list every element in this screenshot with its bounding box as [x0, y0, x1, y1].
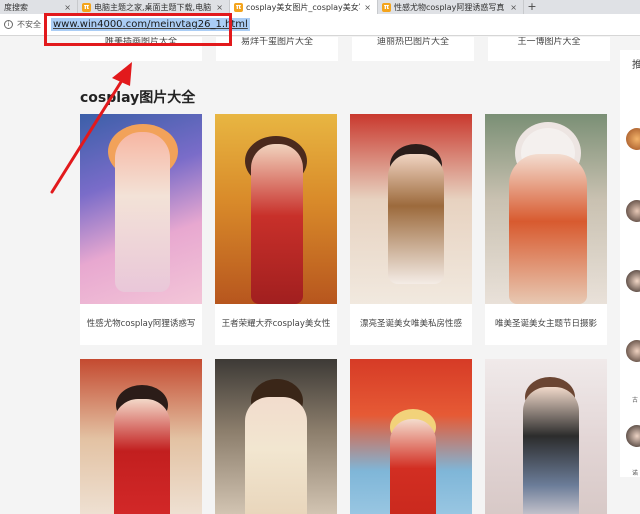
gallery-thumbnail[interactable]: [215, 359, 337, 514]
sidebar-text: 诺: [632, 470, 639, 477]
address-bar[interactable]: i 不安全 www.win4000.com/meinvtag26_1.html: [0, 14, 640, 36]
info-icon: i: [4, 20, 13, 29]
section-title: cosplay图片大全: [80, 90, 196, 106]
gallery-thumbnail[interactable]: [80, 114, 202, 304]
gallery-thumbnail[interactable]: [485, 359, 607, 514]
gallery-thumbnail[interactable]: [485, 114, 607, 304]
gallery-card[interactable]: 性感尤物cosplay阿狸诱惑写: [80, 114, 202, 345]
tab-close-icon[interactable]: ×: [364, 3, 371, 12]
avatar[interactable]: [626, 200, 640, 222]
site-favicon-icon: π: [382, 2, 391, 12]
gallery-thumbnail[interactable]: [350, 114, 472, 304]
gallery-caption[interactable]: 唯美圣诞美女主题节日摄影: [485, 304, 607, 345]
avatar[interactable]: [626, 340, 640, 362]
top-card[interactable]: 王一博图片大全: [488, 37, 610, 61]
image-grid: 性感尤物cosplay阿狸诱惑写 王者荣耀大乔cosplay美女性 漂亮圣诞美女…: [80, 114, 607, 514]
gallery-caption[interactable]: 漂亮圣诞美女唯美私房性感: [350, 304, 472, 345]
top-card-row: 唯美插画图片大全 易烊千玺图片大全 迪丽热巴图片大全 王一博图片大全: [80, 37, 610, 61]
tab-title: cosplay美女图片_cosplay美女写: [246, 2, 361, 12]
sidebar-heading: 推: [632, 60, 640, 71]
tab-close-icon[interactable]: ×: [216, 3, 223, 12]
tab-theme-home[interactable]: π 电脑主题之家,桌面主题下载,电脑 ×: [78, 0, 230, 14]
avatar[interactable]: [626, 425, 640, 447]
tab-close-icon[interactable]: ×: [510, 3, 517, 12]
avatar[interactable]: [626, 128, 640, 150]
gallery-card[interactable]: [80, 359, 202, 514]
tab-cosplay-gallery[interactable]: π cosplay美女图片_cosplay美女写 ×: [230, 0, 378, 14]
tab-bar: 度搜索 × π 电脑主题之家,桌面主题下载,电脑 × π cosplay美女图片…: [0, 0, 640, 14]
tab-title: 度搜索: [4, 2, 28, 12]
top-card[interactable]: 易烊千玺图片大全: [216, 37, 338, 61]
tab-title: 性感尤物cosplay阿狸诱惑写真: [394, 2, 505, 12]
gallery-card[interactable]: 唯美圣诞美女主题节日摄影: [485, 114, 607, 345]
tab-title: 电脑主题之家,桌面主题下载,电脑: [94, 2, 212, 12]
tab-cosplay-ahri[interactable]: π 性感尤物cosplay阿狸诱惑写真 ×: [378, 0, 524, 14]
gallery-thumbnail[interactable]: [80, 359, 202, 514]
site-favicon-icon: π: [82, 2, 91, 12]
sidebar-text: 古: [632, 397, 639, 404]
gallery-thumbnail[interactable]: [350, 359, 472, 514]
site-favicon-icon: π: [234, 2, 243, 12]
page-content: 唯美插画图片大全 易烊千玺图片大全 迪丽热巴图片大全 王一博图片大全 cospl…: [0, 37, 640, 514]
gallery-card[interactable]: [485, 359, 607, 514]
gallery-card[interactable]: [215, 359, 337, 514]
tab-close-icon[interactable]: ×: [64, 3, 71, 12]
gallery-card[interactable]: 王者荣耀大乔cosplay美女性: [215, 114, 337, 345]
gallery-thumbnail[interactable]: [215, 114, 337, 304]
gallery-card[interactable]: 漂亮圣诞美女唯美私房性感: [350, 114, 472, 345]
new-tab-button[interactable]: +: [524, 0, 540, 14]
top-card[interactable]: 迪丽热巴图片大全: [352, 37, 474, 61]
url-text[interactable]: www.win4000.com/meinvtag26_1.html: [51, 18, 250, 31]
security-indicator[interactable]: i 不安全: [4, 19, 41, 30]
gallery-card[interactable]: [350, 359, 472, 514]
top-card[interactable]: 唯美插画图片大全: [80, 37, 202, 61]
tab-baidu-search[interactable]: 度搜索 ×: [0, 0, 78, 14]
security-label: 不安全: [17, 20, 41, 29]
avatar[interactable]: [626, 270, 640, 292]
gallery-caption[interactable]: 王者荣耀大乔cosplay美女性: [215, 304, 337, 345]
gallery-caption[interactable]: 性感尤物cosplay阿狸诱惑写: [80, 304, 202, 345]
recommend-sidebar: 古 诺: [620, 50, 640, 477]
